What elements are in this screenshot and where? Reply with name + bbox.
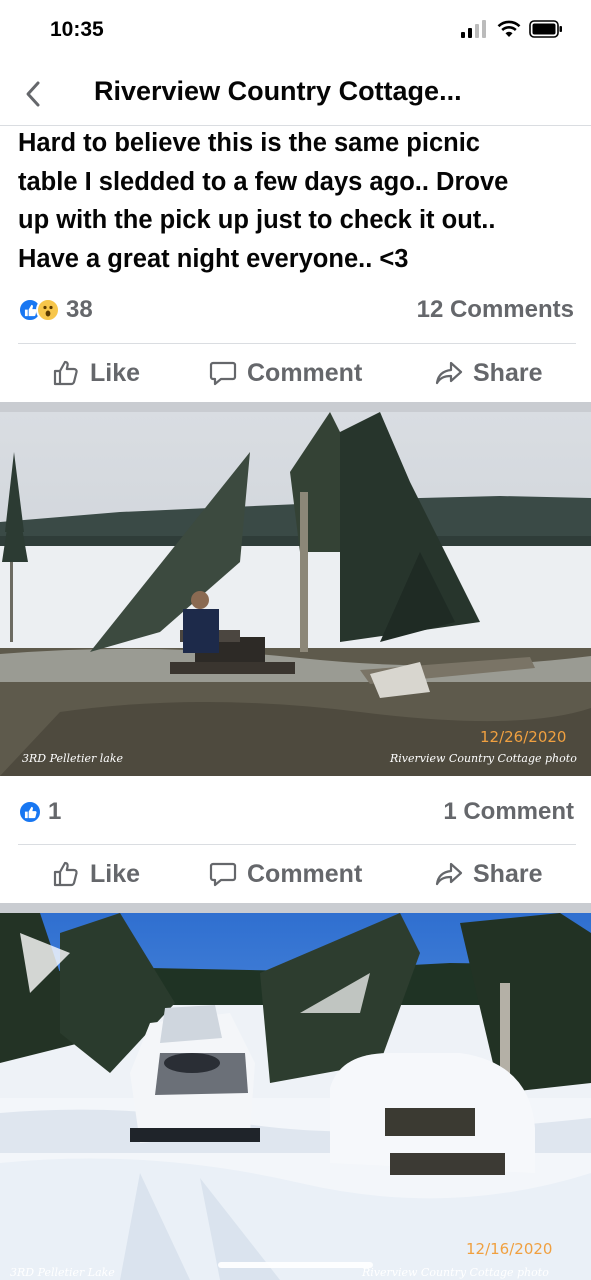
share-button[interactable]: Share [435, 845, 542, 903]
signal-icon [461, 20, 486, 38]
reaction-count: 1 [48, 798, 62, 825]
thumb-up-icon [53, 861, 78, 887]
photo-action-row: Like Comment Share [0, 845, 591, 903]
comments-count[interactable]: 12 Comments [417, 296, 574, 324]
photo-caption-right: Riverview Country Cottage photo [362, 1266, 549, 1279]
post-action-row: Like Comment Share [0, 344, 591, 402]
photo-lake-picnic-table[interactable]: 12/26/2020 3RD Pelletier lake Riverview … [0, 412, 591, 776]
comment-icon [209, 361, 237, 386]
like-label: Like [90, 859, 141, 888]
post-text-line: table I sledded to a few days ago.. Drov… [18, 167, 509, 196]
share-icon [435, 862, 463, 886]
wifi-icon [497, 20, 521, 37]
photo-caption-right: Riverview Country Cottage photo [390, 752, 577, 765]
post-text: Hard to believe this is the same picnic … [18, 124, 578, 278]
reaction-count: 38 [66, 296, 93, 323]
section-separator [0, 402, 591, 412]
post-reaction-row: 38 12 Comments [0, 290, 591, 330]
back-chevron-icon [26, 81, 40, 107]
status-icons [461, 20, 563, 38]
battery-icon [529, 20, 562, 38]
back-button[interactable] [18, 78, 48, 110]
reaction-summary[interactable]: 38 [18, 290, 93, 330]
post-text-line: up with the pick up just to check it out… [18, 206, 496, 234]
page-title: Riverview Country Cottage... [94, 76, 462, 106]
like-button[interactable]: Like [52, 845, 140, 903]
comment-label: Comment [247, 358, 363, 387]
comment-button[interactable]: Comment [209, 344, 362, 402]
photo-caption-left: 3RD Pelletier Lake [10, 1266, 115, 1279]
like-icon [18, 800, 42, 824]
status-time: 10:35 [50, 18, 104, 41]
comment-label: Comment [247, 859, 363, 888]
share-button[interactable]: Share [435, 344, 542, 402]
thumb-up-icon [53, 360, 78, 386]
photo-date-stamp: 12/26/2020 [480, 728, 567, 746]
nav-bar: Riverview Country Cottage... [0, 62, 591, 126]
photo-snowmobile-picnic-table[interactable]: 12/16/2020 3RD Pelletier Lake Riverview … [0, 913, 591, 1280]
post-text-line: Have a great night everyone.. <3 [18, 244, 409, 273]
comment-icon [209, 862, 237, 887]
section-separator [0, 903, 591, 913]
status-bar: 10:35 [0, 0, 591, 62]
photo-reaction-row: 1 1 Comment [0, 792, 591, 832]
home-indicator[interactable] [218, 1262, 373, 1268]
like-label: Like [90, 358, 141, 387]
share-label: Share [473, 358, 543, 387]
post-text-line: Hard to believe this is the same picnic [18, 129, 480, 157]
comments-count[interactable]: 1 Comment [443, 798, 574, 826]
reaction-summary[interactable]: 1 [18, 792, 61, 832]
photo-date-stamp: 12/16/2020 [466, 1240, 553, 1258]
like-button[interactable]: Like [52, 344, 140, 402]
wow-icon [36, 298, 60, 322]
share-label: Share [473, 859, 543, 888]
photo-caption-left: 3RD Pelletier lake [22, 752, 124, 765]
comment-button[interactable]: Comment [209, 845, 362, 903]
share-icon [435, 361, 463, 385]
